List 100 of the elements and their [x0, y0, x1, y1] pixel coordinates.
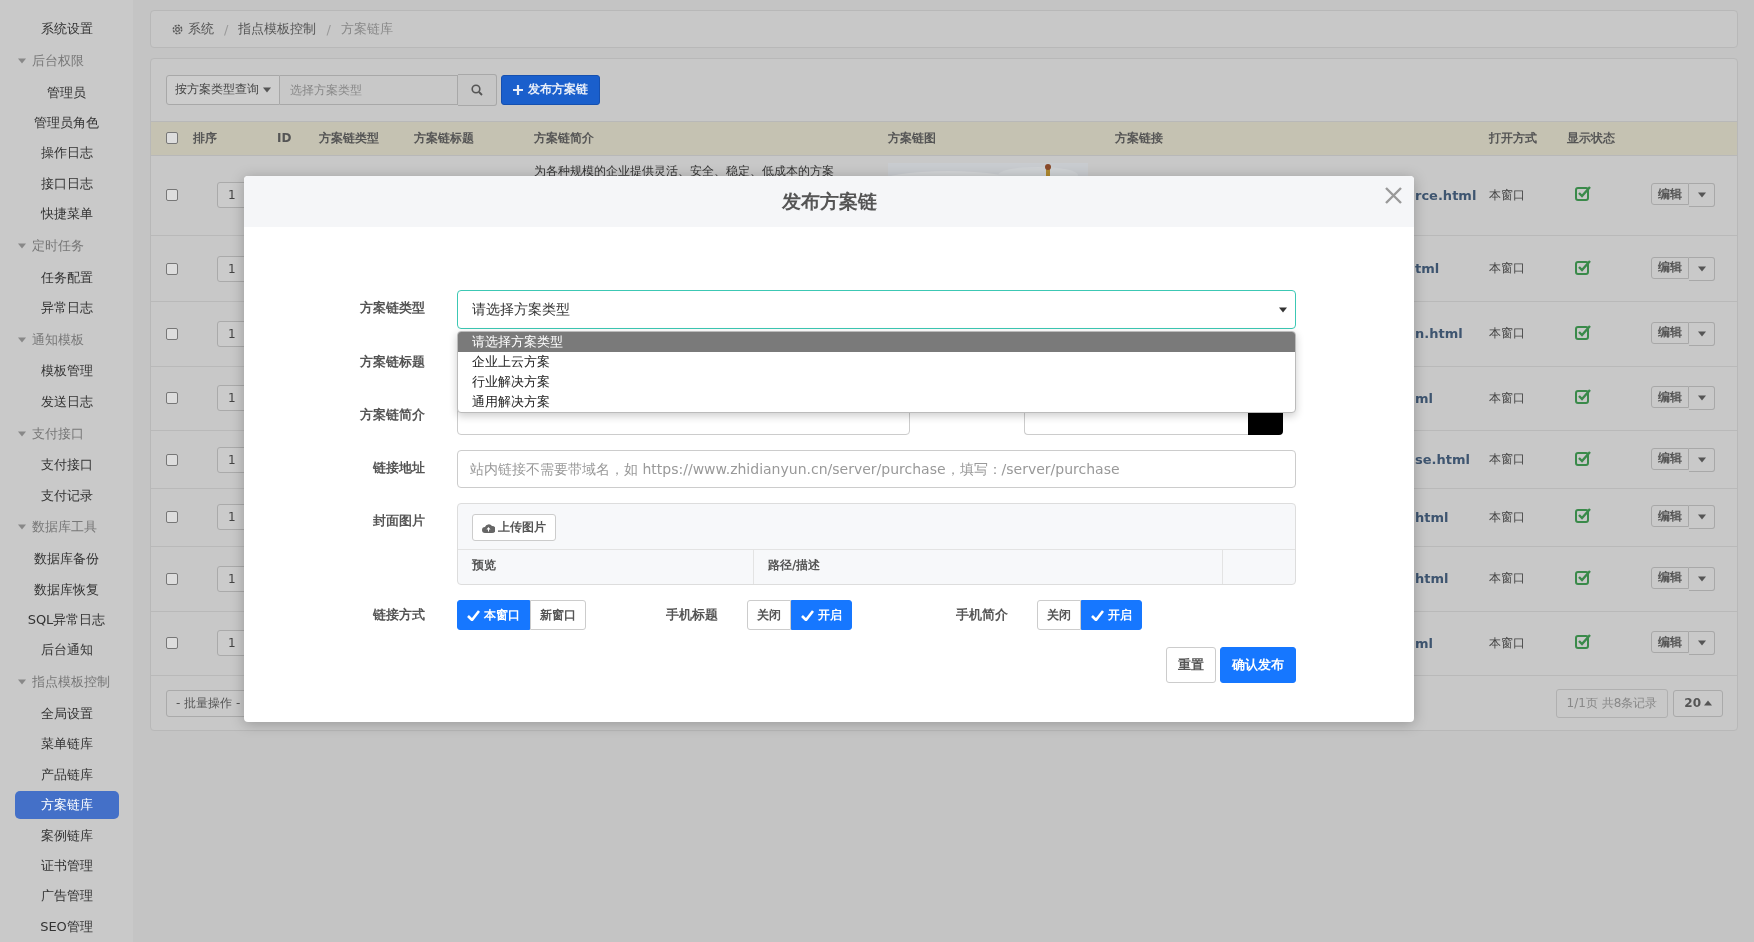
- search-field[interactable]: 选择方案类型: [280, 74, 458, 105]
- breadcrumb-separator: /: [224, 21, 229, 37]
- sidebar-item[interactable]: 支付接口: [32, 453, 101, 478]
- dropdown-option[interactable]: 通用解决方案: [458, 392, 1295, 412]
- table-cell: 本窗口: [1489, 452, 1525, 467]
- sidebar-item[interactable]: 操作日志: [32, 141, 101, 166]
- dropdown-toggle[interactable]: [1689, 256, 1715, 281]
- checkbox[interactable]: [166, 262, 178, 275]
- sidebar-item[interactable]: 数据库恢复: [26, 577, 107, 602]
- dropdown-toggle[interactable]: [1689, 505, 1715, 530]
- close-icon[interactable]: [1385, 187, 1402, 204]
- checkbox[interactable]: [166, 327, 178, 340]
- dropdown-option[interactable]: 行业解决方案: [458, 372, 1295, 392]
- checkbox[interactable]: [166, 189, 178, 202]
- dialog-title: 发布方案链: [781, 188, 877, 214]
- checkbox[interactable]: [166, 572, 178, 585]
- sidebar-item[interactable]: 后台通知: [32, 638, 101, 663]
- link-text[interactable]: tml: [1415, 261, 1440, 277]
- caret-icon: [1704, 700, 1712, 707]
- upload-button[interactable]: 上传图片: [472, 514, 556, 541]
- toggle-option[interactable]: 本窗口: [457, 600, 530, 630]
- link-text[interactable]: n.html: [1415, 326, 1463, 342]
- caret-icon: [1697, 456, 1706, 463]
- link-text[interactable]: html: [1415, 571, 1449, 587]
- table-cell: 本窗口: [1489, 509, 1525, 524]
- checkbox[interactable]: [166, 453, 178, 466]
- column-header: 方案链类型: [319, 130, 379, 145]
- edit-button[interactable]: 编辑: [1651, 183, 1689, 206]
- link-text[interactable]: ml: [1415, 635, 1433, 651]
- sidebar-item[interactable]: 系统设置: [32, 17, 101, 42]
- sidebar-item[interactable]: 方案链库: [14, 791, 119, 820]
- caret-icon: [18, 336, 26, 343]
- checkbox[interactable]: [166, 637, 178, 650]
- submit-button[interactable]: 确认发布: [1220, 647, 1296, 683]
- filter-dropdown[interactable]: 按方案类型查询: [166, 74, 280, 105]
- dropdown-toggle[interactable]: [1689, 566, 1715, 591]
- dropdown-toggle[interactable]: [1689, 183, 1715, 208]
- link-text[interactable]: se.html: [1415, 452, 1470, 468]
- dropdown-toggle[interactable]: [1689, 321, 1715, 346]
- table-cell: 本窗口: [1489, 326, 1525, 341]
- sidebar-item[interactable]: 支付记录: [32, 483, 101, 508]
- edit-button[interactable]: 编辑: [1651, 386, 1689, 409]
- dropdown-toggle[interactable]: [1689, 386, 1715, 411]
- sidebar-item[interactable]: SQL异常日志: [19, 607, 114, 632]
- table-cell: 本窗口: [1489, 261, 1525, 276]
- edit-button[interactable]: 编辑: [1651, 505, 1689, 528]
- sidebar-item[interactable]: 发送日志: [32, 389, 101, 414]
- breadcrumb-link[interactable]: 系统: [188, 20, 214, 38]
- sidebar-item[interactable]: 广告管理: [32, 884, 101, 909]
- publish-button[interactable]: 发布方案链: [501, 74, 600, 105]
- edit-button[interactable]: 编辑: [1651, 256, 1689, 279]
- link-text[interactable]: html: [1415, 509, 1449, 525]
- sidebar-item[interactable]: 管理员: [39, 80, 94, 105]
- table-cell: 本窗口: [1489, 390, 1525, 405]
- link-text[interactable]: rce.html: [1415, 187, 1477, 203]
- toggle-option[interactable]: 开启: [791, 600, 852, 630]
- type-select[interactable]: 请选择方案类型: [457, 290, 1296, 329]
- sidebar-item[interactable]: 菜单链库: [32, 732, 101, 757]
- sidebar-item[interactable]: 接口日志: [32, 171, 101, 196]
- checkbox[interactable]: [166, 511, 178, 524]
- sidebar-item[interactable]: 快捷菜单: [32, 202, 101, 227]
- breadcrumb-link[interactable]: 指点模板控制: [238, 20, 317, 38]
- dropdown-toggle[interactable]: [1689, 631, 1715, 656]
- sidebar-item[interactable]: 模板管理: [32, 359, 101, 384]
- sidebar-item[interactable]: SEO管理: [32, 914, 101, 939]
- link-text[interactable]: ml: [1415, 390, 1433, 406]
- sidebar-item[interactable]: 数据库备份: [26, 547, 107, 572]
- field-label: 链接方式: [371, 606, 425, 624]
- sidebar-item[interactable]: 任务配置: [32, 265, 101, 290]
- column-header: 打开方式: [1489, 130, 1537, 145]
- edit-button[interactable]: 编辑: [1651, 631, 1689, 654]
- caret-icon: [1697, 192, 1706, 199]
- plus-icon: [513, 84, 523, 95]
- field-label: 方案链类型: [359, 299, 425, 317]
- sidebar-item[interactable]: 证书管理: [32, 853, 101, 878]
- sidebar-item[interactable]: 异常日志: [32, 296, 101, 321]
- sidebar-item[interactable]: 案例链库: [32, 823, 101, 848]
- toggle-option[interactable]: 关闭: [1037, 600, 1081, 630]
- sidebar-item[interactable]: 全局设置: [32, 701, 101, 726]
- field-label: 方案链简介: [359, 406, 425, 424]
- toggle-option[interactable]: 关闭: [747, 600, 791, 630]
- toggle-option[interactable]: 开启: [1081, 600, 1142, 630]
- search-button[interactable]: [458, 73, 497, 106]
- toggle-option[interactable]: 新窗口: [530, 600, 586, 630]
- edit-button[interactable]: 编辑: [1651, 566, 1689, 589]
- page-size-dropdown[interactable]: 20: [1673, 689, 1723, 717]
- sidebar-item[interactable]: 产品链库: [32, 762, 101, 787]
- reset-button[interactable]: 重置: [1166, 647, 1216, 683]
- column-header: 方案链图: [888, 130, 936, 145]
- column-header: 预览: [458, 550, 754, 584]
- caret-icon: [1697, 575, 1706, 582]
- sidebar-item[interactable]: 管理员角色: [26, 111, 107, 135]
- checkbox[interactable]: [166, 392, 178, 405]
- input-field[interactable]: 站内链接不需要带域名，如 https://www.zhidianyun.cn/server/purchase，填写：/server/purchase: [457, 450, 1296, 488]
- edit-button[interactable]: 编辑: [1651, 447, 1689, 470]
- dropdown-toggle[interactable]: [1689, 447, 1715, 472]
- checkbox[interactable]: [166, 132, 178, 145]
- dropdown-option[interactable]: 企业上云方案: [458, 352, 1295, 372]
- dropdown-option[interactable]: 请选择方案类型: [458, 332, 1295, 352]
- edit-button[interactable]: 编辑: [1651, 321, 1689, 344]
